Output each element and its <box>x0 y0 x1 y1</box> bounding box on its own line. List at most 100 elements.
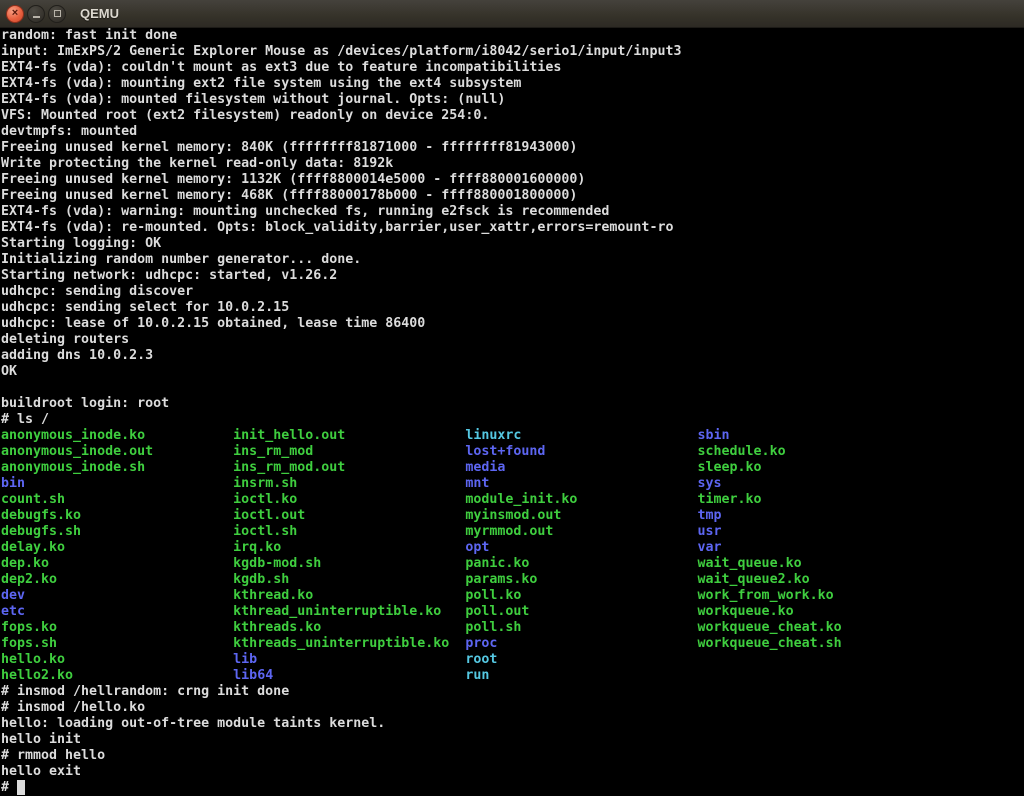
terminal-line <box>1 380 1024 396</box>
terminal-line: debugfs.sh ioctl.sh myrmmod.out usr <box>1 524 1024 540</box>
terminal-text: bin <box>1 476 233 491</box>
terminal-text: opt <box>465 540 697 555</box>
window-title: QEMU <box>80 6 119 21</box>
terminal-line: adding dns 10.0.2.3 <box>1 348 1024 364</box>
terminal-text: timer.ko <box>698 492 762 507</box>
terminal-text: myrmmod.out <box>465 524 697 539</box>
terminal-text: debugfs.ko <box>1 508 233 523</box>
terminal-line: Freeing unused kernel memory: 840K (ffff… <box>1 140 1024 156</box>
minimize-button[interactable] <box>27 5 45 23</box>
terminal-text: poll.out <box>465 604 697 619</box>
terminal-text: params.ko <box>465 572 697 587</box>
terminal-text: Write protecting the kernel read-only da… <box>1 156 393 171</box>
terminal-text: root <box>465 652 497 667</box>
terminal-text: Starting network: udhcpc: started, v1.26… <box>1 268 337 283</box>
terminal-text: # ls / <box>1 412 49 427</box>
terminal-text: ins_rm_mod <box>233 444 465 459</box>
terminal-text: VFS: Mounted root (ext2 filesystem) read… <box>1 108 489 123</box>
terminal-text: kthreads_uninterruptible.ko <box>233 636 465 651</box>
terminal-text: anonymous_inode.ko <box>1 428 233 443</box>
terminal-line: deleting routers <box>1 332 1024 348</box>
terminal-text: etc <box>1 604 233 619</box>
terminal-text: work_from_work.ko <box>698 588 834 603</box>
terminal-text: kthread_uninterruptible.ko <box>233 604 465 619</box>
terminal-cursor <box>17 780 25 795</box>
terminal-text: Freeing unused kernel memory: 468K (ffff… <box>1 188 577 203</box>
terminal-text: run <box>465 668 489 683</box>
terminal-line: EXT4-fs (vda): warning: mounting uncheck… <box>1 204 1024 220</box>
terminal-line: Freeing unused kernel memory: 1132K (fff… <box>1 172 1024 188</box>
terminal-line: hello: loading out-of-tree module taints… <box>1 716 1024 732</box>
terminal-text: dev <box>1 588 233 603</box>
terminal-screen[interactable]: random: fast init doneinput: ImExPS/2 Ge… <box>0 28 1024 796</box>
titlebar[interactable]: × QEMU <box>0 0 1024 28</box>
terminal-text: udhcpc: lease of 10.0.2.15 obtained, lea… <box>1 316 425 331</box>
terminal-line: # <box>1 780 1024 796</box>
close-button[interactable]: × <box>6 5 24 23</box>
terminal-text: Starting logging: OK <box>1 236 161 251</box>
terminal-text: lost+found <box>465 444 697 459</box>
terminal-text: fops.ko <box>1 620 233 635</box>
terminal-line: OK <box>1 364 1024 380</box>
terminal-text: tmp <box>698 508 722 523</box>
terminal-text: udhcpc: sending select for 10.0.2.15 <box>1 300 289 315</box>
terminal-text: workqueue.ko <box>698 604 794 619</box>
terminal-text: adding dns 10.0.2.3 <box>1 348 153 363</box>
terminal-line: count.sh ioctl.ko module_init.ko timer.k… <box>1 492 1024 508</box>
terminal-text: # insmod /hellrandom: crng init done <box>1 684 289 699</box>
terminal-text: debugfs.sh <box>1 524 233 539</box>
terminal-line: Freeing unused kernel memory: 468K (ffff… <box>1 188 1024 204</box>
terminal-line: hello.ko lib root <box>1 652 1024 668</box>
terminal-text: OK <box>1 364 17 379</box>
terminal-text: udhcpc: sending discover <box>1 284 193 299</box>
terminal-text: panic.ko <box>465 556 697 571</box>
terminal-text: kgdb-mod.sh <box>233 556 465 571</box>
terminal-text: hello2.ko <box>1 668 233 683</box>
terminal-line: # insmod /hellrandom: crng init done <box>1 684 1024 700</box>
minimize-icon <box>33 16 40 18</box>
terminal-text: devtmpfs: mounted <box>1 124 137 139</box>
terminal-line: anonymous_inode.sh ins_rm_mod.out media … <box>1 460 1024 476</box>
terminal-line: buildroot login: root <box>1 396 1024 412</box>
terminal-text: anonymous_inode.out <box>1 444 233 459</box>
terminal-text: lib <box>233 652 465 667</box>
terminal-text: sys <box>698 476 722 491</box>
terminal-text: ioctl.sh <box>233 524 465 539</box>
terminal-text: Freeing unused kernel memory: 840K (ffff… <box>1 140 577 155</box>
terminal-line: udhcpc: sending discover <box>1 284 1024 300</box>
terminal-text: buildroot login: root <box>1 396 169 411</box>
terminal-text: poll.ko <box>465 588 697 603</box>
terminal-text: random: fast init done <box>1 28 177 43</box>
terminal-line: bin insrm.sh mnt sys <box>1 476 1024 492</box>
terminal-text: poll.sh <box>465 620 697 635</box>
terminal-text: dep.ko <box>1 556 233 571</box>
terminal-line: delay.ko irq.ko opt var <box>1 540 1024 556</box>
terminal-line: hello init <box>1 732 1024 748</box>
terminal-text: workqueue_cheat.sh <box>698 636 842 651</box>
terminal-text: schedule.ko <box>698 444 786 459</box>
terminal-text: EXT4-fs (vda): warning: mounting uncheck… <box>1 204 609 219</box>
terminal-text: count.sh <box>1 492 233 507</box>
terminal-line: # ls / <box>1 412 1024 428</box>
terminal-text: wait_queue2.ko <box>698 572 810 587</box>
terminal-text: init_hello.out <box>233 428 465 443</box>
terminal-text: EXT4-fs (vda): couldn't mount as ext3 du… <box>1 60 561 75</box>
terminal-line: fops.ko kthreads.ko poll.sh workqueue_ch… <box>1 620 1024 636</box>
terminal-text: hello exit <box>1 764 81 779</box>
terminal-text: hello.ko <box>1 652 233 667</box>
terminal-text: insrm.sh <box>233 476 465 491</box>
terminal-text: ins_rm_mod.out <box>233 460 465 475</box>
terminal-text: workqueue_cheat.ko <box>698 620 842 635</box>
terminal-text: mnt <box>465 476 697 491</box>
terminal-text: wait_queue.ko <box>698 556 802 571</box>
terminal-text: irq.ko <box>233 540 465 555</box>
terminal-text: kthreads.ko <box>233 620 465 635</box>
terminal-line: random: fast init done <box>1 28 1024 44</box>
terminal-text: var <box>698 540 722 555</box>
maximize-button[interactable] <box>48 5 66 23</box>
terminal-text: linuxrc <box>465 428 697 443</box>
terminal-text: sbin <box>698 428 730 443</box>
terminal-text: Initializing random number generator... … <box>1 252 361 267</box>
terminal-text: # rmmod hello <box>1 748 105 763</box>
terminal-text: ioctl.ko <box>233 492 465 507</box>
